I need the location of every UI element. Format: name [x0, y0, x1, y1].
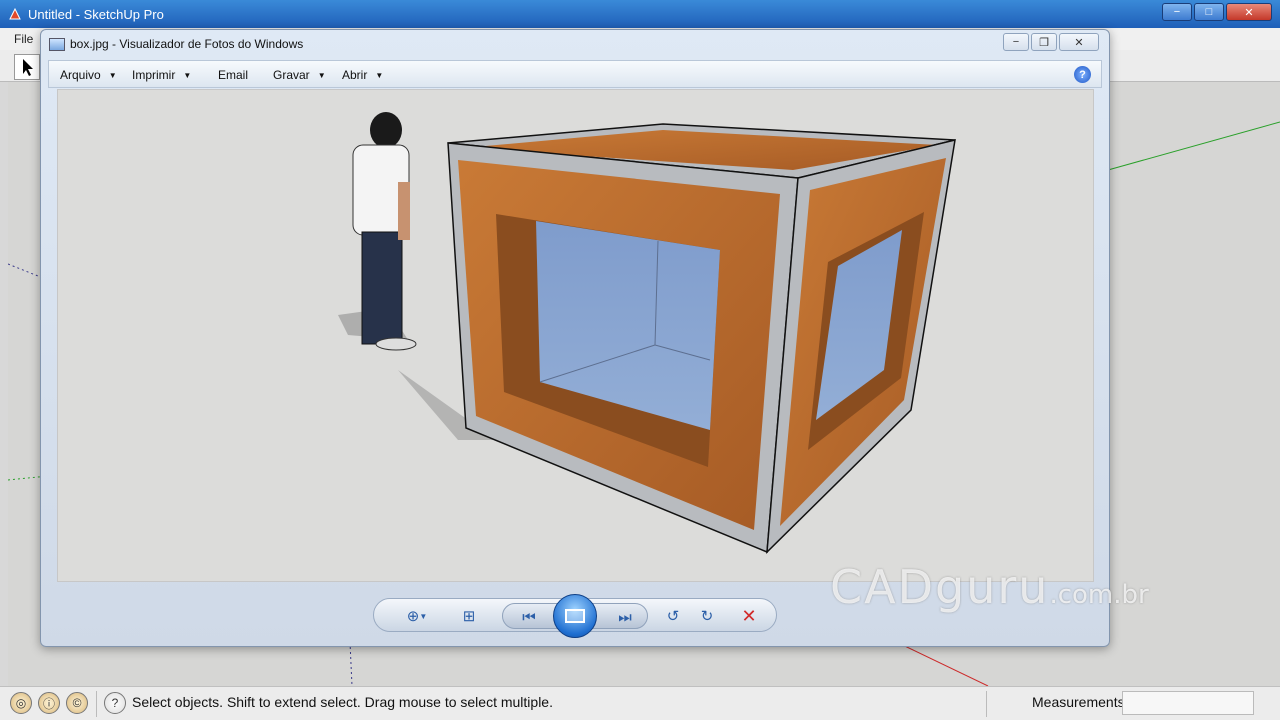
- menu-arquivo[interactable]: Arquivo ▼: [60, 68, 117, 82]
- help-icon[interactable]: ?: [1074, 66, 1091, 83]
- photo-display: [57, 89, 1094, 582]
- sketchup-maximize-button[interactable]: □: [1194, 3, 1224, 21]
- photo-viewer-controls: ⊕ ▼ ⊞ ⏮ ⏭ ↺ ↻ ✕: [373, 594, 777, 638]
- sketchup-app-icon: [9, 7, 21, 20]
- slideshow-button[interactable]: [553, 594, 597, 638]
- menu-email-label: Email: [218, 68, 249, 82]
- delete-icon[interactable]: ✕: [738, 605, 760, 627]
- photo-viewer-menubar: Arquivo ▼ Imprimir ▼ Email Gravar ▼ Abrir ▼ …: [48, 60, 1102, 88]
- status-message: Select objects. Shift to extend select. …: [132, 694, 553, 710]
- chevron-down-icon: ▼: [375, 70, 384, 80]
- photo-viewer-close-button[interactable]: ✕: [1059, 33, 1099, 51]
- chevron-down-icon: ▼: [108, 70, 117, 80]
- menu-imprimir[interactable]: Imprimir ▼: [132, 68, 191, 82]
- previous-icon[interactable]: ⏮: [517, 606, 541, 628]
- instructor-help-icon[interactable]: ?: [104, 692, 126, 714]
- menu-abrir[interactable]: Abrir ▼: [342, 68, 383, 82]
- menu-email[interactable]: Email: [218, 68, 248, 82]
- sketchup-window-title: Untitled - SketchUp Pro: [28, 7, 164, 22]
- geo-location-icon[interactable]: ◎: [10, 692, 32, 714]
- menu-abrir-label: Abrir: [342, 68, 368, 82]
- slideshow-icon: [565, 609, 585, 623]
- photo-viewer-title: box.jpg - Visualizador de Fotos do Windo…: [70, 37, 304, 51]
- menu-gravar[interactable]: Gravar ▼: [273, 68, 326, 82]
- sketchup-titlebar: Untitled - SketchUp Pro − □ ✕: [0, 0, 1280, 28]
- menu-gravar-label: Gravar: [273, 68, 310, 82]
- copyright-icon[interactable]: ©: [66, 692, 88, 714]
- arrow-cursor-icon: [23, 59, 33, 76]
- sketchup-minimize-button[interactable]: −: [1162, 3, 1192, 21]
- menu-arquivo-label: Arquivo: [60, 68, 101, 82]
- measurements-label: Measurements: [1032, 694, 1125, 710]
- photo-viewer-app-icon: [49, 38, 65, 51]
- photo-viewer-titlebar: box.jpg - Visualizador de Fotos do Windo…: [41, 30, 1109, 58]
- menu-imprimir-label: Imprimir: [132, 68, 176, 82]
- zoom-icon[interactable]: ⊕ ▼: [400, 605, 434, 627]
- cadguru-watermark: CADguru.com.br: [830, 560, 1149, 614]
- box-render-image: [338, 112, 956, 554]
- rotate-right-icon[interactable]: ↻: [696, 605, 718, 627]
- next-icon[interactable]: ⏭: [613, 606, 637, 628]
- sketchup-statusbar: ◎ ⓘ © ? Select objects. Shift to extend …: [0, 686, 1280, 720]
- sketchup-close-button[interactable]: ✕: [1226, 3, 1272, 21]
- credits-icon[interactable]: ⓘ: [38, 692, 60, 714]
- rotate-left-icon[interactable]: ↺: [662, 605, 684, 627]
- menu-file[interactable]: File: [14, 32, 33, 46]
- photo-viewer-window: box.jpg - Visualizador de Fotos do Windo…: [40, 29, 1110, 647]
- watermark-main: CADguru: [830, 560, 1050, 614]
- fit-window-icon[interactable]: ⊞: [458, 605, 480, 627]
- chevron-down-icon: ▼: [317, 70, 326, 80]
- watermark-suffix: .com.br: [1049, 580, 1149, 610]
- photo-viewer-minimize-button[interactable]: −: [1003, 33, 1029, 51]
- select-tool-button[interactable]: [14, 54, 40, 80]
- measurements-input[interactable]: [1122, 691, 1254, 715]
- chevron-down-icon: ▼: [183, 70, 192, 80]
- photo-viewer-restore-button[interactable]: ❐: [1031, 33, 1057, 51]
